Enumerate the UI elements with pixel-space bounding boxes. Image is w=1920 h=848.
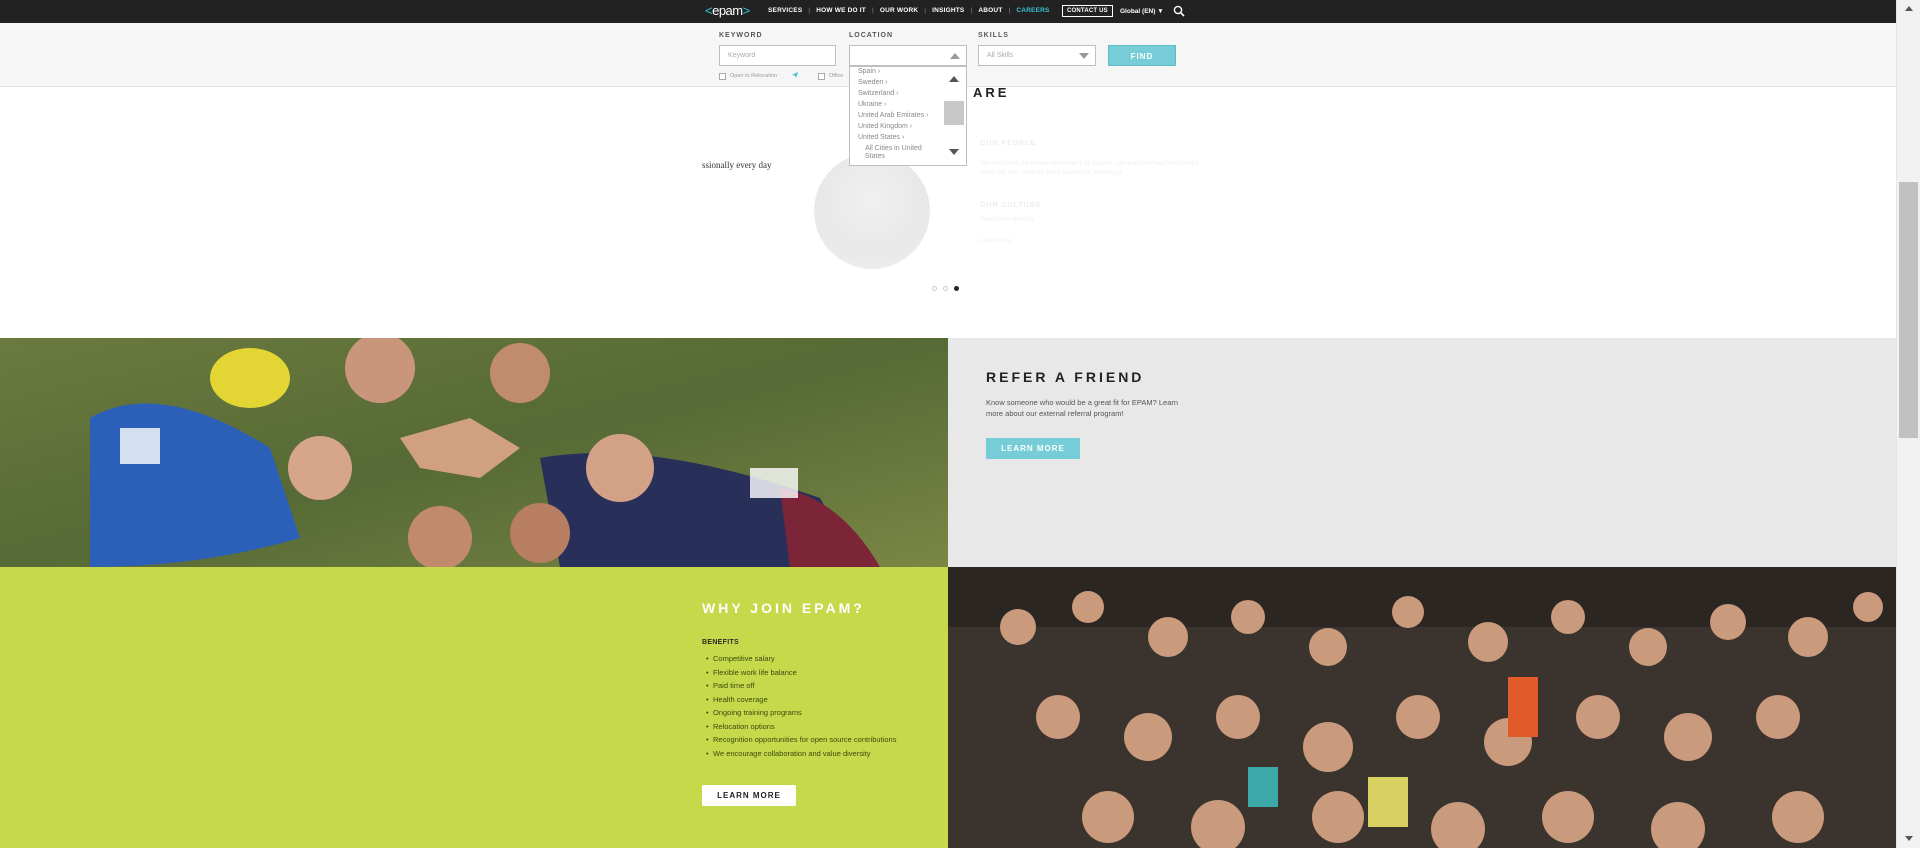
benefits-list: Competitive salary Flexible work life ba… (706, 654, 906, 762)
find-button[interactable]: FIND (1108, 45, 1176, 66)
why-join-section: WHY JOIN EPAM? BENEFITS Competitive sala… (0, 567, 948, 848)
epam-logo[interactable]: <epam> (705, 3, 750, 18)
main-menu: SERVICES | HOW WE DO IT | OUR WORK | INSIGH… (768, 7, 1050, 14)
location-option-ukraine[interactable]: Ukraine › (858, 101, 886, 108)
refer-learn-more-button[interactable]: LEARN MORE (986, 438, 1080, 459)
chevron-up-icon (950, 53, 960, 59)
location-option-us[interactable]: United States › (858, 134, 904, 141)
carousel-dot-active[interactable] (954, 286, 959, 291)
dropdown-scrollbar[interactable] (942, 67, 966, 165)
team-huddle-image (0, 338, 948, 567)
relocation-label: Open to Relocation (730, 73, 778, 79)
dropdown-scroll-thumb[interactable] (944, 101, 964, 125)
location-select[interactable] (849, 45, 967, 66)
list-item: Competitive salary (706, 654, 906, 663)
skills-select-value: All Skills (987, 52, 1014, 59)
team-photo-crowd (948, 567, 1896, 848)
chevron-down-icon (1079, 53, 1089, 59)
list-item: Ongoing training programs (706, 708, 906, 717)
faded-learn-more-link: Learn more (980, 238, 1011, 244)
scroll-down-arrow-icon[interactable] (1905, 836, 1913, 841)
contact-us-button[interactable]: CONTACT US (1062, 5, 1113, 17)
crowd-image (948, 567, 1896, 848)
carousel-dot[interactable] (943, 286, 948, 291)
refer-a-friend-section: REFER A FRIEND Know someone who would be… (948, 338, 1896, 567)
location-dropdown-list: Spain › Sweden › Switzerland › Ukraine ›… (849, 66, 967, 166)
nav-link-insights[interactable]: INSIGHTS (932, 7, 964, 14)
list-item: Recognition opportunities for open sourc… (706, 735, 906, 744)
scroll-up-arrow-icon[interactable] (949, 76, 959, 82)
why-join-learn-more-button[interactable]: LEARN MORE (702, 785, 796, 806)
language-selector[interactable]: Global (EN) ▼ (1120, 8, 1164, 15)
faded-text-our-people: We are EPAM: the people who make it all … (980, 161, 1199, 176)
carousel-dot[interactable] (932, 286, 937, 291)
refer-description: Know someone who would be a great fit fo… (986, 398, 1179, 418)
nav-link-how-we-do-it[interactable]: HOW WE DO IT (816, 7, 866, 14)
list-item: Relocation options (706, 722, 906, 731)
office-label: Office (829, 73, 844, 79)
nav-link-about[interactable]: ABOUT (978, 7, 1002, 14)
airplane-icon (792, 72, 798, 78)
keyword-input[interactable]: Keyword (719, 45, 836, 66)
why-join-title: WHY JOIN EPAM? (702, 600, 865, 616)
nav-link-our-work[interactable]: OUR WORK (880, 7, 918, 14)
location-option-spain[interactable]: Spain › (858, 68, 880, 75)
team-photo-huddle (0, 338, 948, 567)
skills-label: SKILLS (978, 32, 1009, 39)
location-option-all-us-cities-cont: States (865, 153, 885, 160)
list-item: Paid time off (706, 681, 906, 690)
faded-heading-our-people: OUR PEOPLE (980, 140, 1036, 147)
search-icon[interactable] (1173, 5, 1185, 17)
relocation-checkbox[interactable] (719, 73, 726, 80)
location-option-uae[interactable]: United Arab Emirates › (858, 112, 928, 119)
refer-title: REFER A FRIEND (986, 369, 1145, 385)
benefits-label: BENEFITS (702, 639, 740, 646)
nav-link-services[interactable]: SERVICES (768, 7, 802, 14)
faded-text-our-culture: Read more about us (980, 217, 1035, 223)
top-navigation: <epam> SERVICES | HOW WE DO IT | OUR WORK |… (0, 0, 1896, 23)
carousel-title: ARE (973, 85, 1010, 100)
location-option-uk[interactable]: United Kingdom › (858, 123, 912, 130)
list-item: We encourage collaboration and value div… (706, 749, 906, 758)
scroll-up-arrow-icon[interactable] (1905, 6, 1913, 11)
carousel-quote: ssionally every day (702, 160, 772, 170)
location-label: LOCATION (849, 32, 894, 39)
page: <epam> SERVICES | HOW WE DO IT | OUR WORK |… (0, 0, 1920, 848)
page-scroll-thumb[interactable] (1899, 182, 1918, 438)
office-checkbox[interactable] (818, 73, 825, 80)
location-option-sweden[interactable]: Sweden › (858, 79, 888, 86)
skills-select[interactable]: All Skills (978, 45, 1096, 66)
location-option-all-us-cities[interactable]: All Cities in United (865, 145, 922, 152)
list-item: Health coverage (706, 695, 906, 704)
page-scrollbar[interactable] (1896, 0, 1920, 848)
location-option-switzerland[interactable]: Switzerland › (858, 90, 898, 97)
faded-heading-our-culture: OUR CULTURE (980, 202, 1042, 209)
scroll-down-arrow-icon[interactable] (949, 149, 959, 155)
nav-link-careers[interactable]: CAREERS (1016, 7, 1049, 14)
avatar (814, 153, 930, 269)
carousel-pagination (932, 286, 959, 291)
list-item: Flexible work life balance (706, 668, 906, 677)
keyword-label: KEYWORD (719, 32, 763, 39)
